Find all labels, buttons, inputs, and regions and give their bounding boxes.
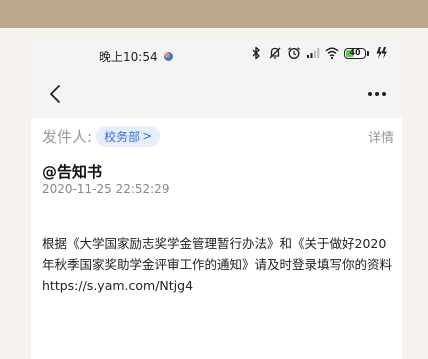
battery-icon: 40: [344, 47, 369, 59]
sender-name: 校务部: [104, 129, 141, 144]
message-body: 根据《大学国家励志奖学金管理暂行办法》和《关于做好2020年秋季国家奖助学金评审…: [42, 236, 393, 293]
mute-icon: [269, 47, 281, 59]
alarm-icon: [288, 47, 300, 59]
phone-screen: 晚上10:54 40 发件人: 校务部 > 详情 @告知书 2020-11-25…: [31, 40, 402, 359]
notification-app-icon: [163, 52, 173, 61]
sender-tag[interactable]: 校务部 >: [96, 125, 161, 147]
signal-icon: [307, 48, 320, 58]
sender-row: 发件人: 校务部 > 详情: [42, 123, 394, 149]
message-card: 发件人: 校务部 > 详情 @告知书 2020-11-25 22:52:29 根…: [31, 118, 402, 359]
back-button[interactable]: [43, 80, 67, 108]
status-icons: 40: [249, 46, 388, 60]
chevron-left-icon: [50, 85, 60, 103]
message-date: 2020-11-25 22:52:29: [42, 182, 170, 196]
bluetooth-icon: [252, 46, 260, 60]
wifi-icon: [325, 47, 339, 60]
more-dots-icon: [368, 92, 386, 96]
battery-level: 40: [349, 47, 361, 57]
background-top-band: [0, 0, 428, 28]
sender-label: 发件人:: [42, 127, 93, 146]
details-link[interactable]: 详情: [368, 127, 394, 146]
more-options-button[interactable]: [362, 80, 392, 108]
sender-chevron-icon: >: [142, 129, 153, 143]
status-time-group: 晚上10:54: [99, 48, 173, 65]
nav-bar: [31, 74, 402, 114]
status-time: 晚上10:54: [99, 50, 158, 64]
charging-icon: [376, 47, 387, 59]
status-bar: 晚上10:54 40: [31, 40, 402, 72]
message-title: @告知书: [42, 163, 103, 181]
